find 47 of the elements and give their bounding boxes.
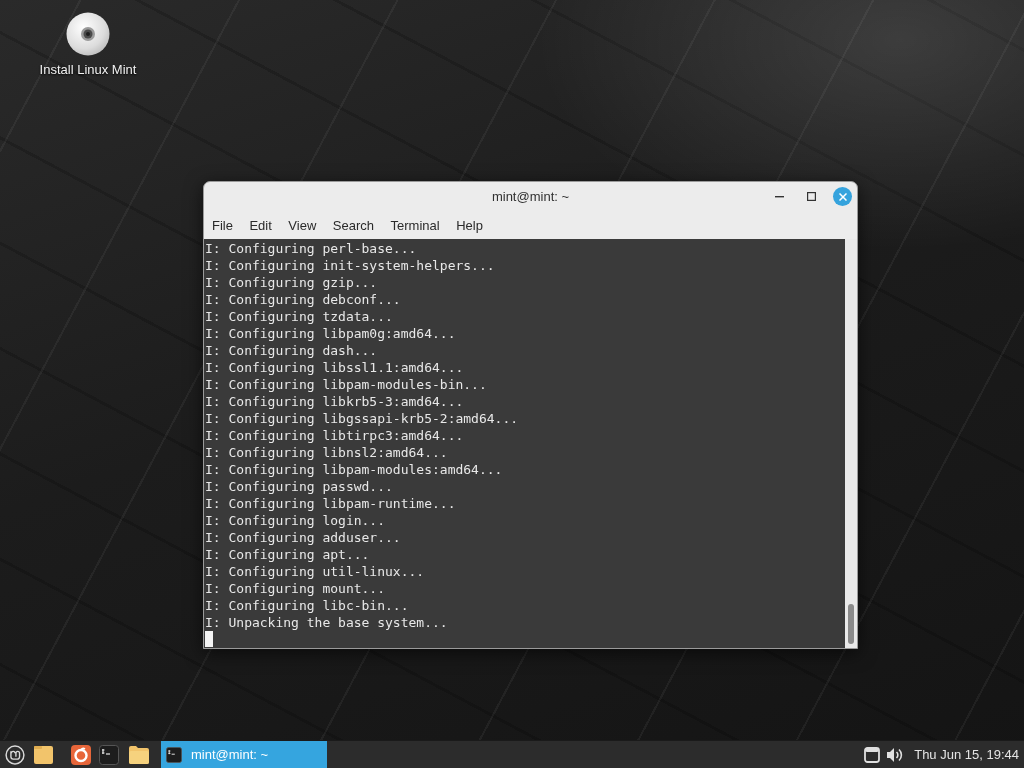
close-button[interactable] (833, 187, 852, 206)
volume-icon[interactable] (886, 746, 905, 763)
output-line: I: Configuring util-linux... (205, 563, 426, 580)
output-line: I: Configuring adduser... (205, 529, 402, 546)
output-line: I: Configuring perl-base... (205, 240, 418, 257)
output-line: I: Configuring libpam-runtime... (205, 495, 457, 512)
output-line: I: Configuring libnsl2:amd64... (205, 444, 449, 461)
output-line: I: Unpacking the base system... (205, 614, 449, 631)
output-line: I: Configuring libpam-modules:amd64... (205, 461, 504, 478)
output-line: I: Configuring libtirpc3:amd64... (205, 427, 465, 444)
disc-icon[interactable] (66, 12, 110, 56)
output-line: I: Configuring init-system-helpers... (205, 257, 496, 274)
output-line: I: Configuring gzip... (205, 274, 379, 291)
window-icon[interactable] (864, 746, 881, 763)
minimize-icon (774, 195, 784, 198)
scrollbar-thumb[interactable] (848, 604, 854, 644)
clock[interactable]: Thu Jun 15, 19:44 (914, 747, 1019, 762)
output-line: I: Configuring dash... (205, 342, 379, 359)
output-line: I: Configuring tzdata... (205, 308, 394, 325)
menu-item[interactable]: File (204, 214, 241, 236)
output-line: I: Configuring login... (205, 512, 386, 529)
output-line: I: Configuring libc-bin... (205, 597, 410, 614)
output-line: I: Configuring libpam0g:amd64... (205, 325, 457, 342)
output-line: I: Configuring passwd... (205, 478, 394, 495)
menu-item[interactable]: Search (324, 214, 382, 236)
folder-icon[interactable] (33, 745, 53, 764)
output-line: I: Configuring libssl1.1:amd64... (205, 359, 465, 376)
output-line: I: Configuring mount... (205, 580, 386, 597)
menu-logo-icon[interactable] (5, 743, 25, 766)
output-line: I: Configuring debconf... (205, 291, 402, 308)
output-line: I: Configuring libkrb5-3:amd64... (205, 393, 465, 410)
window-title: mint@mint: ~ (491, 189, 570, 204)
menu-item[interactable]: View (280, 214, 325, 236)
terminal-icon[interactable] (99, 744, 119, 765)
menu-item[interactable]: Help (448, 214, 491, 236)
maximize-icon (806, 192, 816, 201)
terminal-icon[interactable] (166, 746, 182, 763)
output-line: I: Configuring libpam-modules-bin... (205, 376, 488, 393)
close-icon (838, 192, 847, 201)
desktop-icon-label[interactable]: Install Linux Mint (39, 62, 137, 77)
menu-item[interactable]: Terminal (382, 214, 448, 236)
app-swirl-icon[interactable] (71, 744, 91, 765)
folder-icon[interactable] (129, 745, 149, 764)
output-line: I: Configuring apt... (205, 546, 371, 563)
scrollbar[interactable] (845, 239, 857, 648)
menu-item[interactable]: Edit (241, 214, 280, 236)
output-line: I: Configuring libgssapi-krb5-2:amd64... (205, 410, 520, 427)
